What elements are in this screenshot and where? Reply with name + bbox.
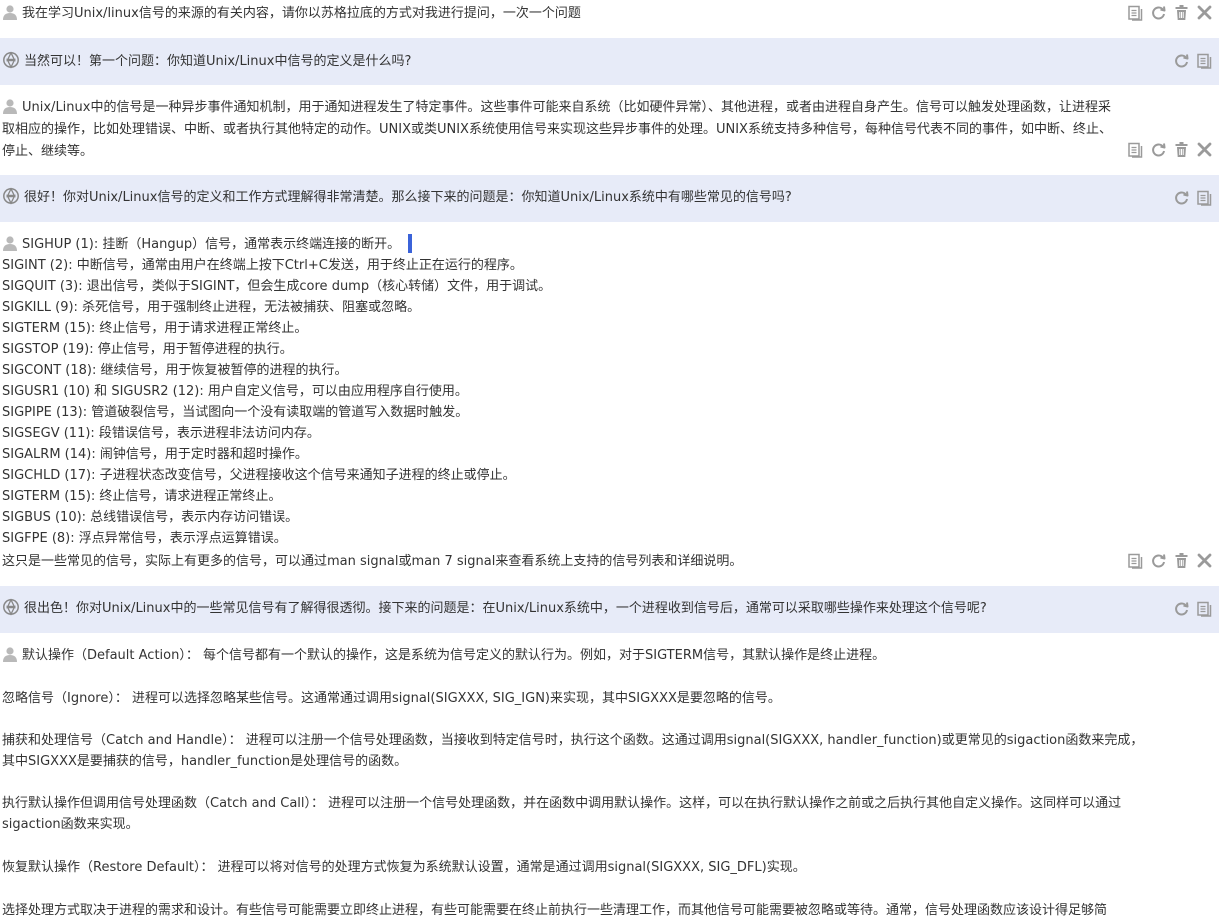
copy-icon[interactable] bbox=[1127, 552, 1144, 569]
refresh-icon[interactable] bbox=[1173, 52, 1190, 69]
message-line: SIGINT (2): 中断信号，通常由用户在终端上按下Ctrl+C发送，用于终… bbox=[2, 258, 523, 273]
assistant-message-2-text: 很好！你对Unix/Linux信号的定义和工作方式理解得非常清楚。那么接下来的问… bbox=[24, 190, 792, 205]
message-line: 这只是一些常见的信号，实际上有更多的信号，可以通过man signal或man … bbox=[2, 554, 743, 569]
message-line: 执行默认操作但调用信号处理函数（Catch and Call）： 进程可以注册一… bbox=[2, 796, 1122, 811]
delete-icon[interactable] bbox=[1173, 141, 1190, 158]
message-line: SIGFPE (8): 浮点异常信号，表示浮点运算错误。 bbox=[2, 531, 287, 546]
openai-logo-icon bbox=[2, 187, 20, 205]
assistant-message-2: 很好！你对Unix/Linux信号的定义和工作方式理解得非常清楚。那么接下来的问… bbox=[0, 175, 1219, 222]
message-line: 忽略信号（Ignore）： 进程可以选择忽略某些信号。这通常通过调用signal… bbox=[2, 691, 781, 706]
message-line: 停止、继续等。 bbox=[2, 144, 94, 159]
message-line: 取相应的操作，比如处理错误、中断、或者执行其他特定的动作。UNIX或类UNIX系… bbox=[2, 122, 1112, 137]
message-line: sigaction函数来实现。 bbox=[2, 817, 139, 832]
message-line: SIGTERM (15): 终止信号，请求进程正常终止。 bbox=[2, 489, 282, 504]
user-avatar-icon bbox=[2, 646, 18, 662]
user-message-2: Unix/Linux中的信号是一种异步事件通知机制，用于通知进程发生了特定事件。… bbox=[0, 85, 1219, 175]
user-message-3: SIGHUP (1): 挂断（Hangup）信号，通常表示终端连接的断开。 SI… bbox=[0, 222, 1219, 586]
message-line: 恢复默认操作（Restore Default）： 进程可以将对信号的处理方式恢复… bbox=[2, 860, 806, 875]
user-message-1: 我在学习Unix/linux信号的来源的有关内容，请你以苏格拉底的方式对我进行提… bbox=[0, 0, 1219, 38]
message-line: 默认操作（Default Action）： 每个信号都有一个默认的操作，这是系统… bbox=[22, 648, 886, 663]
assistant-message-3: 很出色！你对Unix/Linux中的一些常见信号有了解得很透彻。接下来的问题是：… bbox=[0, 586, 1219, 633]
refresh-icon[interactable] bbox=[1173, 189, 1190, 206]
message-line: 其中SIGXXX是要捕获的信号，handler_function是处理信号的函数… bbox=[2, 754, 408, 769]
message-line: SIGQUIT (3): 退出信号，类似于SIGINT，但会生成core dum… bbox=[2, 279, 552, 294]
message-line: SIGPIPE (13): 管道破裂信号，当试图向一个没有读取端的管道写入数据时… bbox=[2, 405, 469, 420]
user-message-4: 默认操作（Default Action）： 每个信号都有一个默认的操作，这是系统… bbox=[0, 633, 1219, 921]
assistant-message-1: 当然可以！第一个问题：你知道Unix/Linux中信号的定义是什么吗? bbox=[0, 38, 1219, 85]
delete-icon[interactable] bbox=[1173, 4, 1190, 21]
close-icon[interactable] bbox=[1196, 552, 1213, 569]
message-line: SIGCONT (18): 继续信号，用于恢复被暂停的进程的执行。 bbox=[2, 363, 348, 378]
delete-icon[interactable] bbox=[1173, 552, 1190, 569]
message-line: SIGCHLD (17): 子进程状态改变信号，父进程接收这个信号来通知子进程的… bbox=[2, 468, 516, 483]
refresh-icon[interactable] bbox=[1173, 600, 1190, 617]
message-line: SIGSTOP (19): 停止信号，用于暂停进程的执行。 bbox=[2, 342, 293, 357]
user-avatar-icon bbox=[2, 235, 18, 251]
refresh-icon[interactable] bbox=[1150, 4, 1167, 21]
message-line: SIGTERM (15): 终止信号，用于请求进程正常终止。 bbox=[2, 321, 308, 336]
openai-logo-icon bbox=[2, 598, 20, 616]
user-avatar-icon bbox=[2, 98, 18, 114]
user-message-1-text: 我在学习Unix/linux信号的来源的有关内容，请你以苏格拉底的方式对我进行提… bbox=[22, 6, 581, 21]
message-line: 捕获和处理信号（Catch and Handle）： 进程可以注册一个信号处理函… bbox=[2, 733, 1144, 748]
copy-icon[interactable] bbox=[1196, 600, 1213, 617]
copy-icon[interactable] bbox=[1127, 141, 1144, 158]
message-line: SIGBUS (10): 总线错误信号，表示内存访问错误。 bbox=[2, 510, 299, 525]
user-avatar-icon bbox=[2, 4, 18, 20]
copy-icon[interactable] bbox=[1127, 4, 1144, 21]
close-icon[interactable] bbox=[1196, 141, 1213, 158]
message-line: Unix/Linux中的信号是一种异步事件通知机制，用于通知进程发生了特定事件。… bbox=[22, 100, 1111, 115]
assistant-message-1-text: 当然可以！第一个问题：你知道Unix/Linux中信号的定义是什么吗? bbox=[24, 54, 412, 69]
copy-icon[interactable] bbox=[1196, 52, 1213, 69]
message-line: SIGKILL (9): 杀死信号，用于强制终止进程，无法被捕获、阻塞或忽略。 bbox=[2, 300, 421, 315]
message-line: SIGSEGV (11): 段错误信号，表示进程非法访问内存。 bbox=[2, 426, 320, 441]
refresh-icon[interactable] bbox=[1150, 141, 1167, 158]
message-line: 选择处理方式取决于进程的需求和设计。有些信号可能需要立即终止进程，有些可能需要在… bbox=[2, 903, 1108, 918]
message-line: SIGALRM (14): 闹钟信号，用于定时器和超时操作。 bbox=[2, 447, 308, 462]
refresh-icon[interactable] bbox=[1150, 552, 1167, 569]
message-line: SIGUSR1 (10) 和 SIGUSR2 (12): 用户自定义信号，可以由… bbox=[2, 384, 468, 399]
copy-icon[interactable] bbox=[1196, 189, 1213, 206]
text-cursor bbox=[408, 234, 413, 253]
assistant-message-3-text: 很出色！你对Unix/Linux中的一些常见信号有了解得很透彻。接下来的问题是：… bbox=[24, 601, 987, 616]
message-line: SIGHUP (1): 挂断（Hangup）信号，通常表示终端连接的断开。 bbox=[22, 237, 401, 252]
openai-logo-icon bbox=[2, 51, 20, 69]
close-icon[interactable] bbox=[1196, 4, 1213, 21]
